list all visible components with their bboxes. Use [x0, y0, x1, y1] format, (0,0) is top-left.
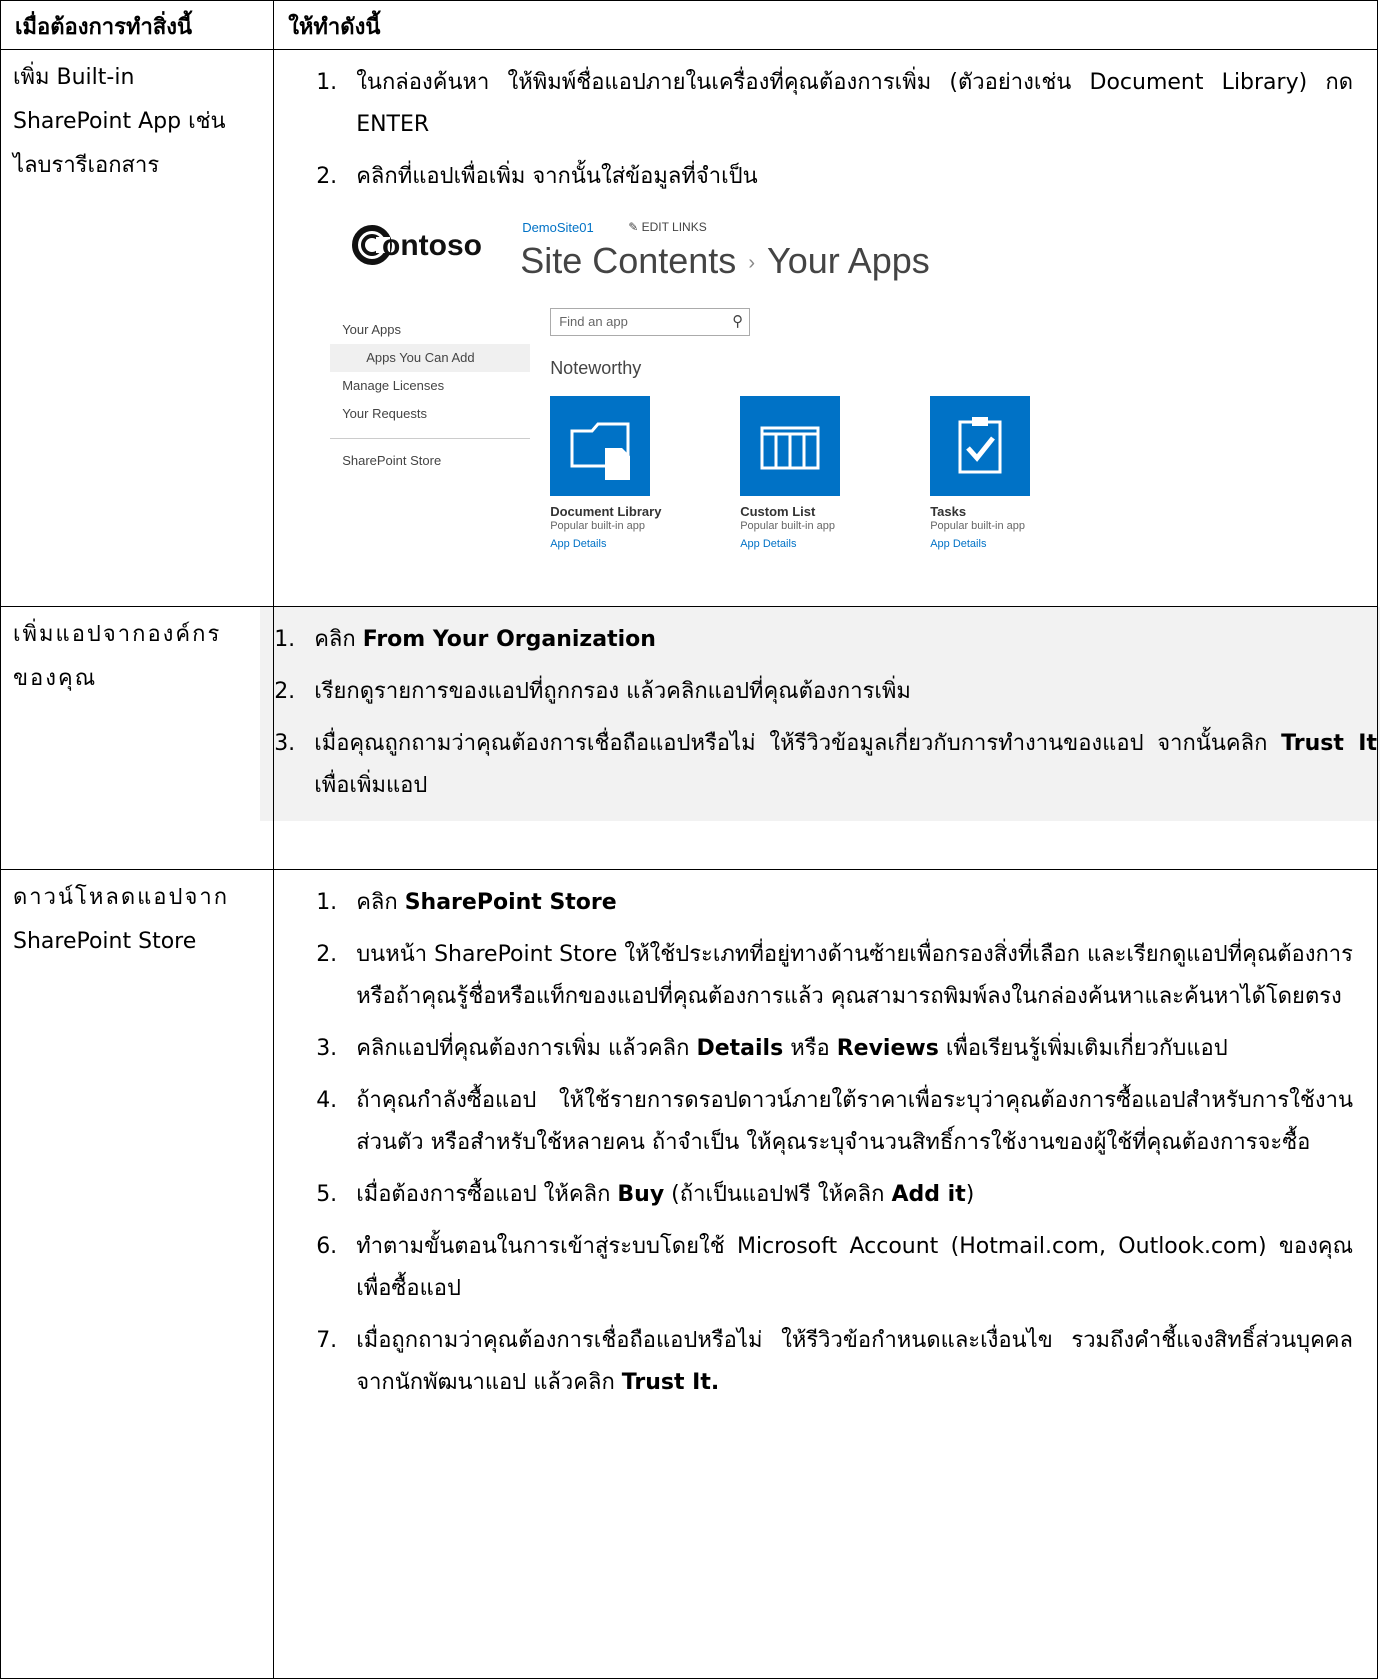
row3-task: ดาวน์โหลดแอปจาก SharePoint Store [0, 869, 275, 1679]
nav-sharepoint-store[interactable]: SharePoint Store [330, 447, 530, 475]
nav-your-apps[interactable]: Your Apps [330, 316, 530, 344]
custom-list-icon [760, 426, 820, 470]
nav-divider [330, 438, 531, 439]
tile-subtitle: Popular built-in app [930, 520, 1025, 532]
custom-list-tile[interactable] [740, 396, 841, 496]
row3-step-5: 5. เมื่อต้องการซื้อแอป ให้คลิก Buy (ถ้าเ… [316, 1182, 975, 1207]
app-details-link[interactable]: App Details [550, 538, 606, 550]
row1-task-line1: เพิ่ม Built-in [13, 65, 135, 90]
row3-step-2: 2. บนหน้า SharePoint Store ให้ใช้ประเภทท… [316, 942, 1353, 1009]
app-details-link[interactable]: App Details [740, 538, 796, 550]
tile-name[interactable]: Document Library [550, 504, 661, 519]
contoso-logo: ontoso [352, 225, 482, 265]
tile-name[interactable]: Tasks [930, 504, 966, 519]
find-app-input[interactable]: Find an app ⚲ [550, 308, 751, 336]
svg-text:ontoso: ontoso [382, 229, 482, 262]
row3-task-line2: SharePoint Store [13, 929, 197, 954]
row2-step-2: 2. เรียกดูรายการของแอปที่ถูกกรอง แล้วคลิ… [274, 679, 911, 704]
left-nav: Your Apps Apps You Can Add Manage Licens… [330, 316, 531, 475]
row1-task: เพิ่ม Built-in SharePoint App เช่น ไลบรา… [0, 49, 275, 607]
instructions-table: เมื่อต้องการทำสิ่งนี้ ให้ทำดังนี้ เพิ่ม … [0, 0, 1380, 1679]
edit-links-button[interactable]: ✎ EDIT LINKS [628, 220, 707, 234]
tile-subtitle: Popular built-in app [740, 520, 835, 532]
row2-task-line1: เพิ่มแอปจากองค์กร [13, 622, 222, 647]
row2-task-line2: ของคุณ [13, 666, 98, 691]
row2-task: เพิ่มแอปจากองค์กร ของคุณ [0, 606, 275, 870]
row2-steps-cell: 1. คลิก From Your Organization 2. เรียกด… [260, 606, 1380, 870]
row3-task-line1: ดาวน์โหลดแอปจาก [13, 885, 230, 910]
app-details-link[interactable]: App Details [930, 538, 986, 550]
noteworthy-heading: Noteworthy [550, 358, 642, 378]
row3-steps-cell: 1. คลิก SharePoint Store 2. บนหน้า Share… [273, 869, 1378, 1679]
row1-step-1: 1. ในกล่องค้นหา ให้พิมพ์ชื่อแอปภายในเครื… [316, 70, 1353, 137]
row1-task-line3: ไลบรารีเอกสาร [13, 153, 160, 178]
sharepoint-screenshot: ontoso DemoSite01 ✎ EDIT LINKS Site Cont… [330, 208, 1076, 580]
nav-apps-you-can-add[interactable]: Apps You Can Add [330, 344, 531, 372]
site-link[interactable]: DemoSite01 [522, 220, 594, 235]
nav-manage-licenses[interactable]: Manage Licenses [330, 372, 530, 400]
page-title: Site Contents › Your Apps [520, 240, 930, 281]
tasks-icon [958, 417, 1002, 474]
row1-step-2: 2. คลิกที่แอปเพื่อเพิ่ม จากนั้นใส่ข้อมูล… [316, 164, 758, 189]
header-do: ให้ทำดังนี้ [273, 0, 1378, 50]
row3-step-4: 4. ถ้าคุณกำลังซื้อแอป ให้ใช้รายการดรอปดา… [316, 1088, 1353, 1155]
row3-step-3: 3. คลิกแอปที่คุณต้องการเพิ่ม แล้วคลิก De… [316, 1036, 1228, 1061]
tile-subtitle: Popular built-in app [550, 520, 645, 532]
row2-step-3: 3. เมื่อคุณถูกถามว่าคุณต้องการเชื่อถือแอ… [274, 731, 1377, 798]
nav-your-requests[interactable]: Your Requests [330, 400, 530, 428]
row1-steps-cell: 1. ในกล่องค้นหา ให้พิมพ์ชื่อแอปภายในเครื… [273, 49, 1378, 607]
search-icon[interactable]: ⚲ [732, 309, 743, 335]
row3-step-7: 7. เมื่อถูกถามว่าคุณต้องการเชื่อถือแอปหร… [316, 1328, 1353, 1395]
row3-step-6: 6. ทำตามขั้นตอนในการเข้าสู่ระบบโดยใช้ Mi… [316, 1234, 1353, 1301]
row3-step-1: 1. คลิก SharePoint Store [316, 890, 617, 915]
document-library-icon [570, 422, 631, 480]
tasks-tile[interactable] [930, 396, 1031, 496]
header-when: เมื่อต้องการทำสิ่งนี้ [0, 0, 275, 50]
document-library-tile[interactable] [550, 396, 651, 496]
row2-step-1: 1. คลิก From Your Organization [274, 627, 656, 652]
row1-task-line2: SharePoint App เช่น [13, 109, 226, 134]
tile-name[interactable]: Custom List [740, 504, 815, 519]
pencil-icon: ✎ [628, 220, 642, 234]
